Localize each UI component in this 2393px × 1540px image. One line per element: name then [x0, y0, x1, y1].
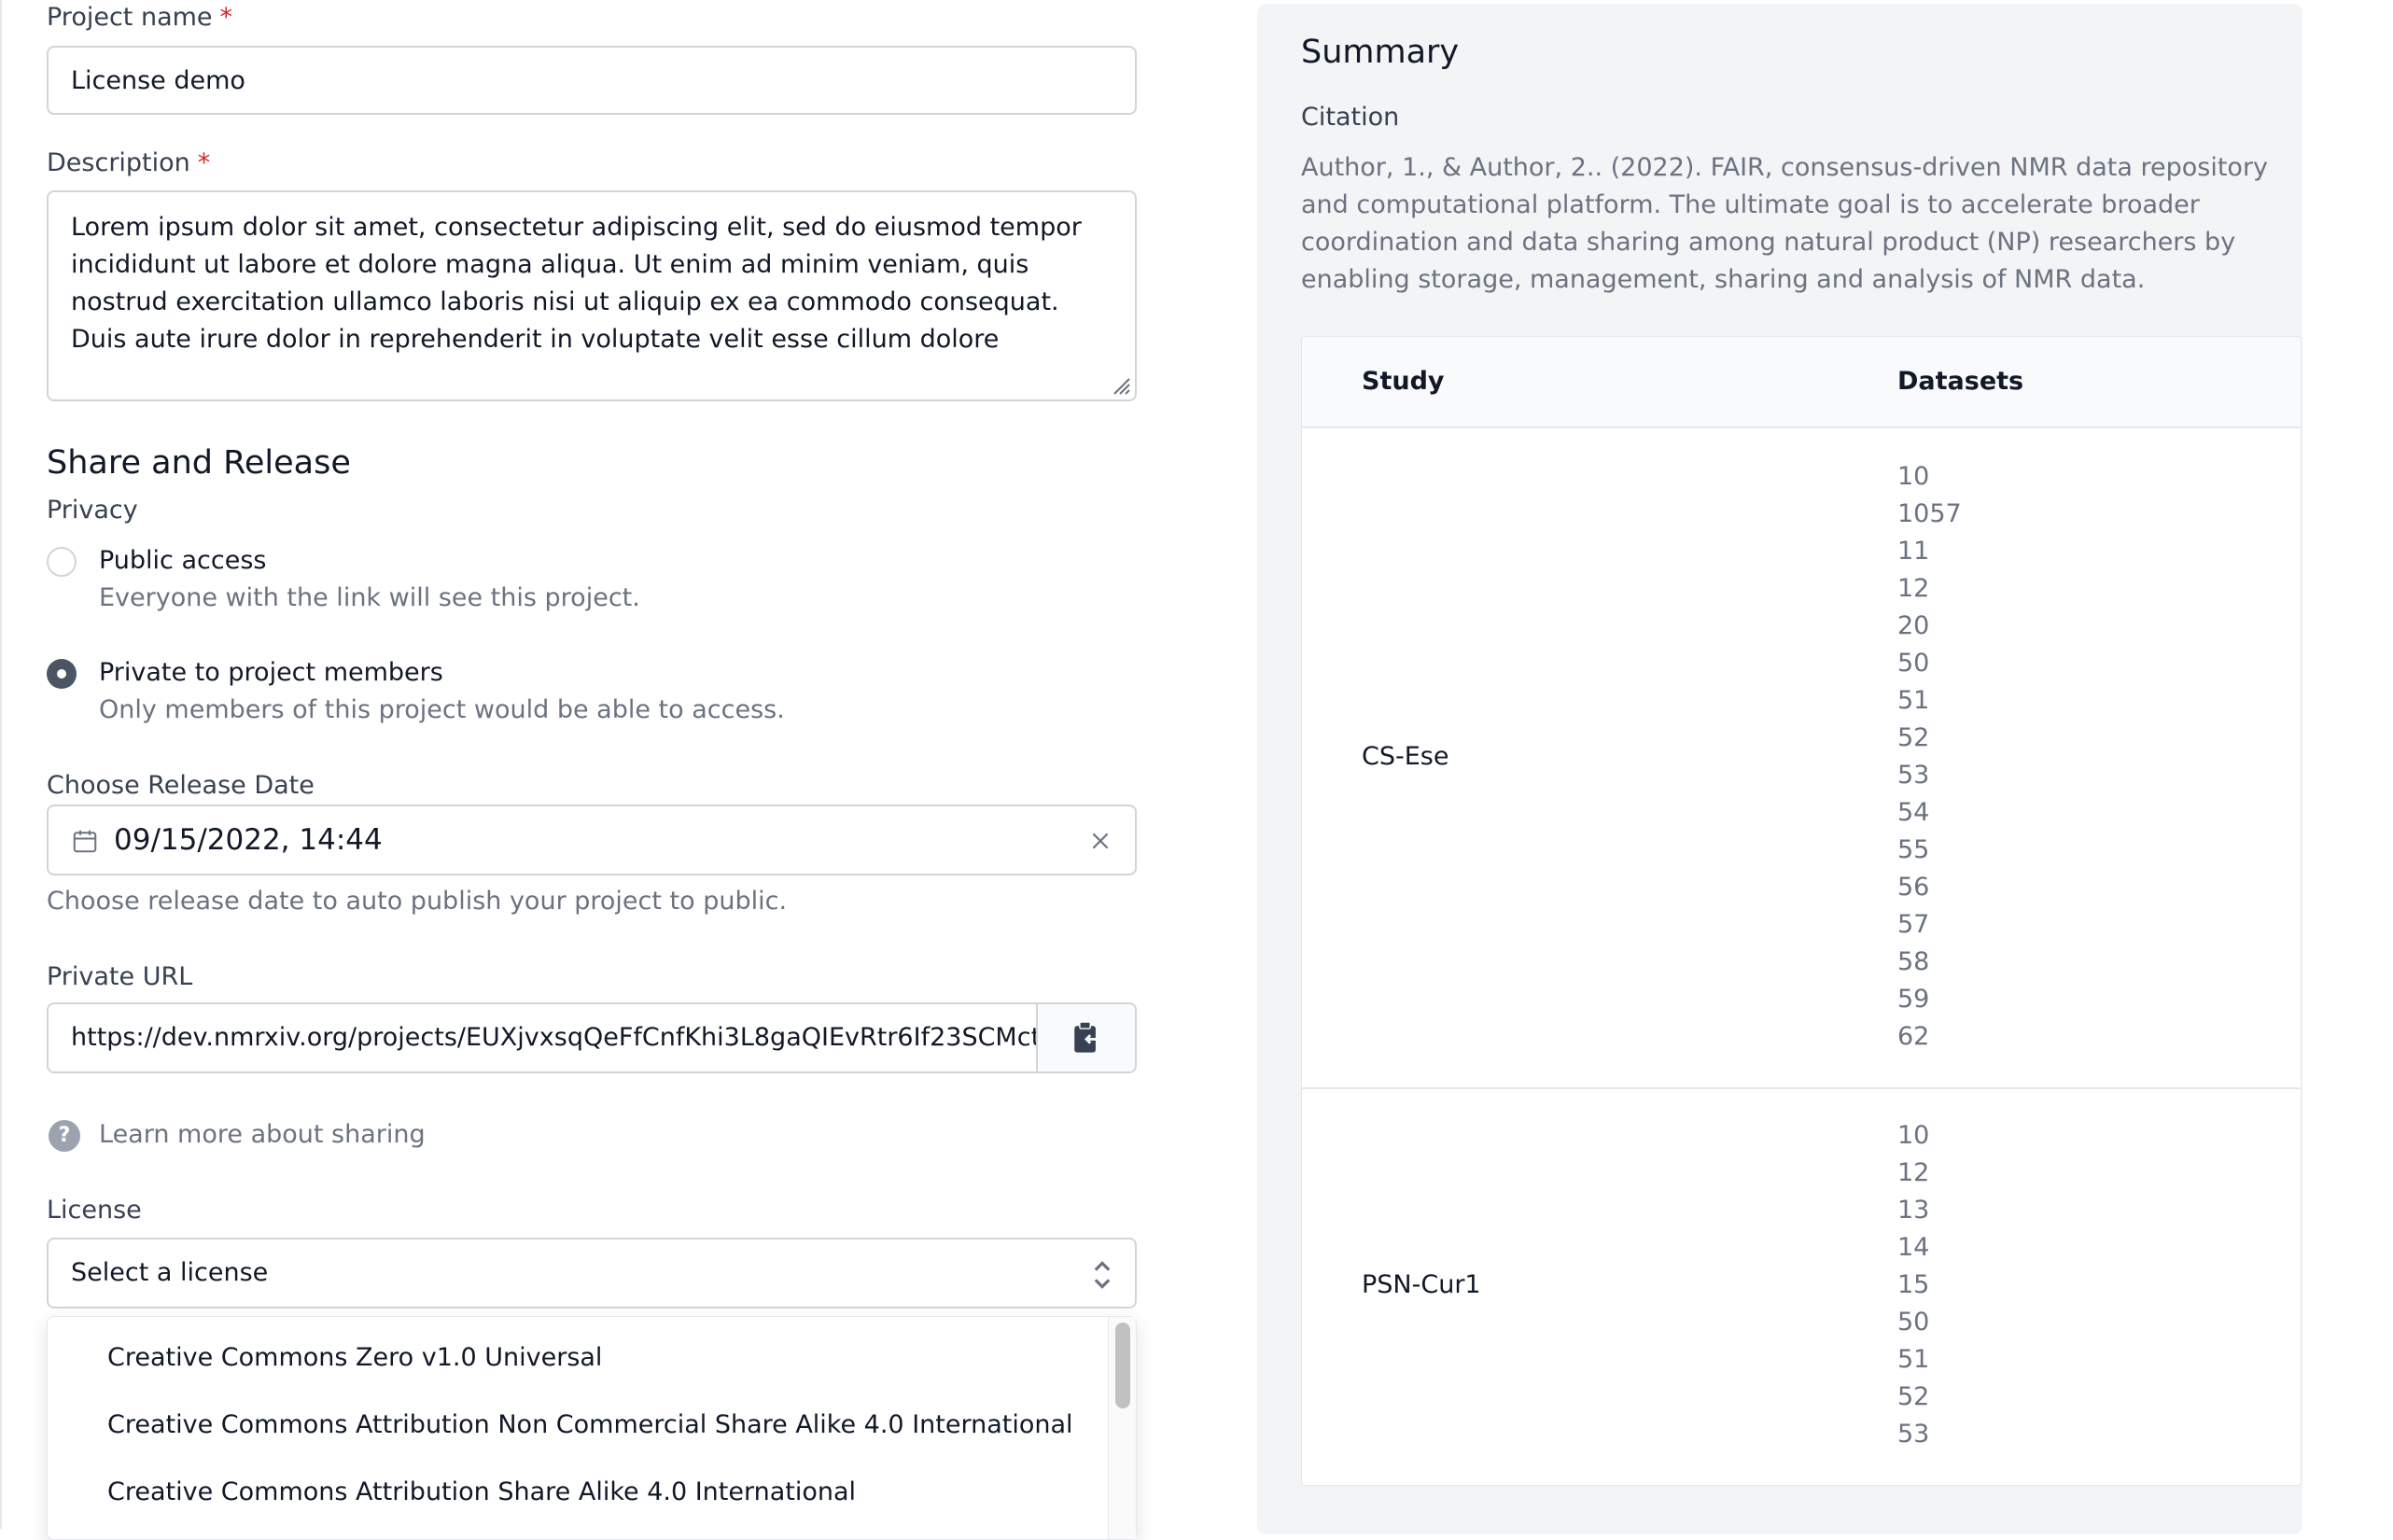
description-textarea[interactable]: Lorem ipsum dolor sit amet, consectetur … — [47, 190, 1137, 401]
close-icon[interactable] — [1088, 829, 1113, 853]
dataset-id: 12 — [1897, 1158, 1930, 1187]
license-option[interactable]: Creative Commons Attribution Share Alike… — [107, 1477, 856, 1506]
dataset-list: 10 12 13 14 15 50 51 52 53 — [1897, 1117, 1929, 1453]
description-label: Description * — [47, 148, 211, 177]
citation-label: Citation — [1301, 103, 1400, 132]
private-members-radio[interactable] — [47, 659, 77, 689]
dataset-id: 13 — [1897, 1196, 1930, 1225]
dataset-id: 51 — [1897, 1345, 1930, 1374]
project-name-input[interactable]: License demo — [47, 46, 1137, 115]
study-name: CS-Ese — [1362, 742, 1449, 771]
copy-url-button[interactable] — [1036, 1004, 1135, 1071]
dataset-id: 12 — [1897, 574, 1930, 603]
learn-more-link[interactable]: Learn more about sharing — [99, 1120, 426, 1149]
dropdown-scrollbar[interactable] — [1108, 1317, 1136, 1539]
private-url-label: Private URL — [47, 962, 193, 991]
release-date-value: 09/15/2022, 14:44 — [114, 823, 383, 857]
question-circle-icon: ? — [49, 1120, 80, 1152]
dataset-id: 10 — [1897, 462, 1930, 491]
dataset-id: 50 — [1897, 649, 1930, 678]
required-marker: * — [197, 148, 211, 177]
description-value: Lorem ipsum dolor sit amet, consectetur … — [71, 213, 1082, 354]
calendar-icon — [73, 830, 97, 853]
private-url-input[interactable]: https://dev.nmrxiv.org/projects/EUXjvxsq… — [47, 1002, 1137, 1073]
dataset-id: 1057 — [1897, 499, 1962, 528]
dataset-id: 20 — [1897, 611, 1930, 640]
dataset-id: 52 — [1897, 1382, 1930, 1411]
license-select-value: Select a license — [71, 1258, 269, 1287]
dataset-id: 53 — [1897, 1420, 1930, 1449]
project-name-value: License demo — [71, 66, 245, 95]
window-edge — [0, 0, 2, 1529]
license-option[interactable]: Creative Commons Attribution Non Commerc… — [107, 1410, 1073, 1439]
dataset-id: 14 — [1897, 1233, 1930, 1262]
private-url-value: https://dev.nmrxiv.org/projects/EUXjvxsq… — [71, 1023, 1042, 1052]
dataset-id: 57 — [1897, 910, 1930, 939]
dataset-id: 55 — [1897, 835, 1930, 864]
studies-table: Study Datasets CS-Ese 10 1057 11 12 20 5… — [1301, 336, 2302, 1486]
scrollbar-thumb[interactable] — [1115, 1323, 1130, 1408]
summary-title: Summary — [1301, 34, 1460, 71]
row-divider — [1302, 1087, 2301, 1089]
dataset-id: 52 — [1897, 723, 1930, 752]
table-header: Study Datasets — [1302, 337, 2301, 428]
share-release-heading: Share and Release — [47, 444, 351, 482]
public-access-description: Everyone with the link will see this pro… — [99, 583, 640, 612]
required-marker: * — [219, 3, 233, 32]
public-access-radio[interactable] — [47, 547, 77, 577]
citation-text: Author, 1., & Author, 2.. (2022). FAIR, … — [1301, 153, 2269, 294]
license-dropdown: Creative Commons Zero v1.0 Universal Cre… — [47, 1316, 1137, 1540]
dataset-id: 50 — [1897, 1308, 1930, 1337]
project-name-label: Project name * — [47, 3, 233, 32]
dataset-id: 10 — [1897, 1121, 1930, 1150]
dataset-id: 51 — [1897, 686, 1930, 715]
dataset-id: 59 — [1897, 985, 1930, 1014]
private-members-description: Only members of this project would be ab… — [99, 695, 785, 724]
column-header-datasets: Datasets — [1897, 367, 2024, 396]
license-label: License — [47, 1196, 142, 1225]
chevron-updown-icon — [1094, 1261, 1111, 1289]
privacy-label: Privacy — [47, 496, 138, 525]
dataset-id: 58 — [1897, 947, 1930, 976]
release-date-picker[interactable]: 09/15/2022, 14:44 — [47, 805, 1137, 875]
release-date-label: Choose Release Date — [47, 771, 315, 800]
dataset-list: 10 1057 11 12 20 50 51 52 53 54 55 56 57… — [1897, 458, 1962, 1056]
dataset-id: 62 — [1897, 1022, 1930, 1051]
column-header-study: Study — [1362, 367, 1445, 396]
clipboard-icon — [1074, 1021, 1099, 1053]
license-option[interactable]: Creative Commons Zero v1.0 Universal — [107, 1343, 602, 1372]
dataset-id: 11 — [1897, 537, 1930, 566]
release-date-help: Choose release date to auto publish your… — [47, 887, 788, 916]
dataset-id: 54 — [1897, 798, 1930, 827]
study-name: PSN-Cur1 — [1362, 1270, 1481, 1299]
public-access-label[interactable]: Public access — [99, 546, 266, 575]
dataset-id: 15 — [1897, 1270, 1930, 1299]
private-members-label[interactable]: Private to project members — [99, 658, 443, 687]
dataset-id: 53 — [1897, 761, 1930, 790]
license-select[interactable]: Select a license — [47, 1238, 1137, 1309]
dataset-id: 56 — [1897, 873, 1930, 902]
resize-handle-icon[interactable] — [1109, 373, 1131, 396]
